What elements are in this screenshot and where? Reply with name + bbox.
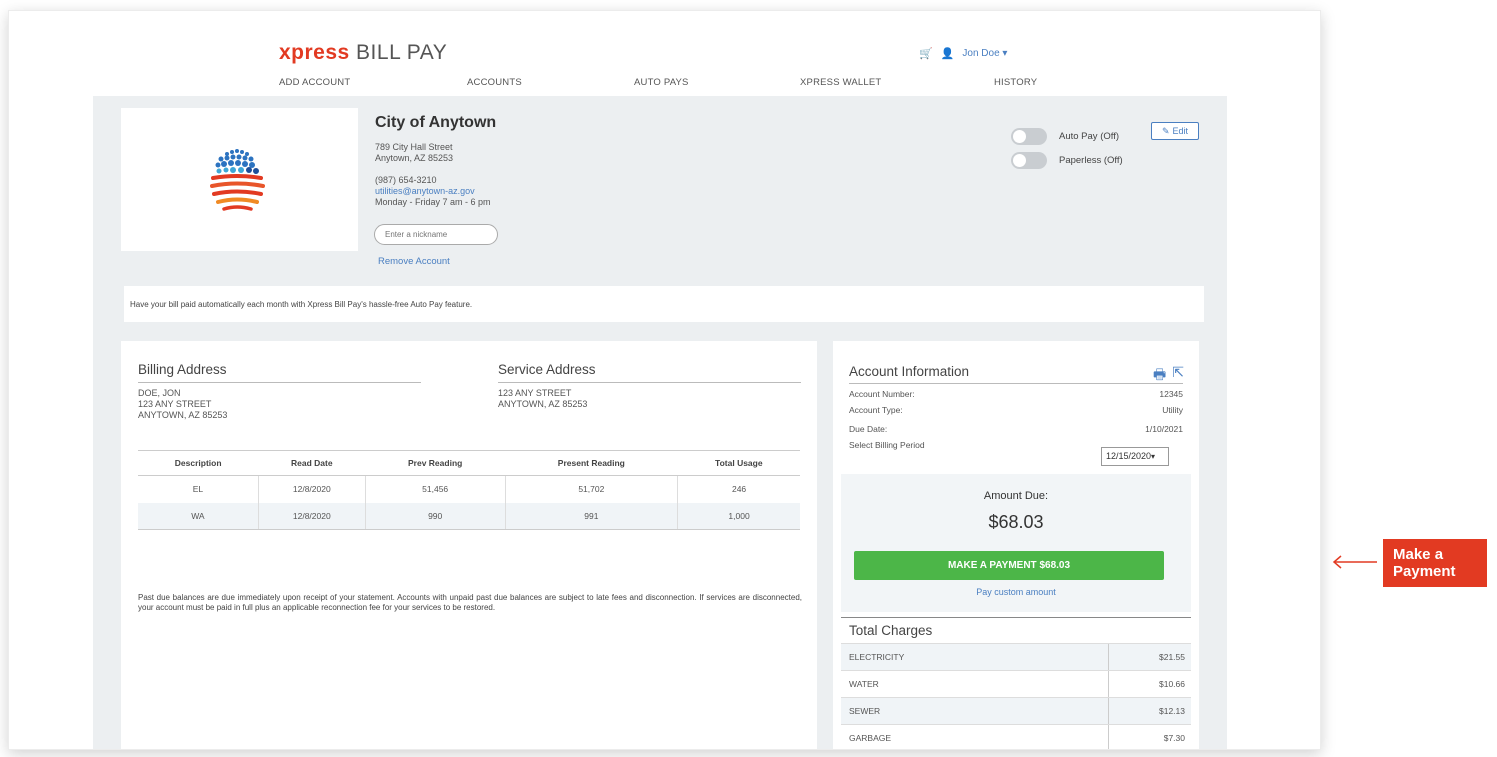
divider [849, 383, 1183, 384]
charge-row: SEWER $12.13 [841, 697, 1191, 724]
charges-list: ELECTRICITY $21.55 WATER $10.66 SEWER $1… [841, 643, 1191, 749]
account-type-row: Account Type: Utility [849, 405, 1183, 415]
make-payment-button[interactable]: MAKE A PAYMENT $68.03 [854, 551, 1164, 580]
paperless-row: Paperless (Off) [1011, 148, 1123, 172]
autopay-toggle[interactable] [1011, 127, 1047, 145]
amount-due-value: $68.03 [988, 512, 1044, 532]
org-email-link[interactable]: utilities@anytown-az.gov [375, 186, 491, 197]
nav-auto-pays[interactable]: AUTO PAYS [634, 77, 689, 88]
nav-history[interactable]: HISTORY [994, 77, 1037, 88]
org-logo-icon [210, 149, 265, 211]
org-address: 789 City Hall Street Anytown, AZ 85253 [375, 142, 454, 163]
cart-icon[interactable]: 🛒 [919, 47, 933, 60]
past-due-notice: Past due balances are due immediately up… [138, 593, 802, 612]
nav-accounts[interactable]: ACCOUNTS [467, 77, 522, 88]
chevron-down-icon: ▾ [1151, 452, 1156, 461]
billing-card: Billing Address DOE, JON 123 ANY STREET … [121, 341, 817, 749]
divider [498, 382, 801, 383]
pay-custom-amount-link[interactable]: Pay custom amount [841, 587, 1191, 597]
org-name: City of Anytown [375, 114, 497, 131]
billing-address-title: Billing Address [138, 362, 227, 377]
divider [841, 617, 1191, 618]
account-info-title: Account Information [849, 364, 970, 379]
user-icon: 👤 [940, 48, 955, 60]
app-window: xpress BILL PAY 🛒 👤 Jon Doe ▾ ADD ACCOUN… [8, 10, 1321, 750]
usage-table: Description Read Date Prev Reading Prese… [138, 450, 800, 530]
nav-xpress-wallet[interactable]: XPRESS WALLET [800, 77, 881, 88]
account-number-row: Account Number: 12345 [849, 389, 1183, 399]
billing-period-select[interactable]: 12/15/2020▾ [1101, 447, 1169, 466]
table-header-row: Description Read Date Prev Reading Prese… [138, 450, 800, 476]
nickname-input[interactable] [374, 224, 498, 245]
paperless-toggle[interactable] [1011, 151, 1047, 169]
account-info-card: Account Information 🖶 ⇱ Account Number: … [833, 341, 1199, 749]
charge-row: GARBAGE $7.30 [841, 724, 1191, 749]
org-logo-box [121, 108, 358, 251]
account-toggles: Auto Pay (Off) Paperless (Off) [1011, 124, 1123, 172]
xpress-logo[interactable]: xpress BILL PAY [279, 41, 447, 65]
charge-row: ELECTRICITY $21.55 [841, 643, 1191, 670]
org-phone: (987) 654-3210 [375, 175, 437, 185]
left-arrow-icon [1332, 555, 1377, 569]
print-icon[interactable]: 🖶 [1153, 364, 1166, 388]
table-row: WA 12/8/2020 990 991 1,000 [138, 502, 800, 530]
make-payment-callout: Make a Payment [1383, 539, 1487, 587]
account-panel: City of Anytown 789 City Hall Street Any… [93, 96, 1227, 749]
edit-button[interactable]: ✎ Edit [1151, 122, 1199, 140]
user-name[interactable]: Jon Doe ▾ [962, 48, 1007, 59]
nav-add-account[interactable]: ADD ACCOUNT [279, 77, 350, 88]
billing-address: DOE, JON 123 ANY STREET ANYTOWN, AZ 8525… [138, 388, 228, 420]
paperless-label: Paperless (Off) [1059, 154, 1123, 166]
export-icon[interactable]: ⇱ [1172, 364, 1184, 388]
autopay-row: Auto Pay (Off) [1011, 124, 1123, 148]
user-menu[interactable]: 🛒 👤 Jon Doe ▾ [919, 47, 1007, 60]
service-address: 123 ANY STREET ANYTOWN, AZ 85253 [498, 388, 588, 409]
service-address-title: Service Address [498, 362, 596, 377]
due-date-row: Due Date: 1/10/2021 [849, 424, 1183, 434]
remove-account-link[interactable]: Remove Account [378, 256, 450, 267]
org-hours: Monday - Friday 7 am - 6 pm [375, 197, 491, 207]
org-contact: (987) 654-3210 utilities@anytown-az.gov … [375, 175, 491, 208]
account-actions: 🖶 ⇱ [1153, 364, 1184, 388]
autopay-label: Auto Pay (Off) [1059, 130, 1120, 142]
total-charges-title: Total Charges [849, 623, 933, 638]
amount-due-box: Amount Due: $68.03 MAKE A PAYMENT $68.03… [841, 474, 1191, 612]
pencil-icon: ✎ [1161, 125, 1170, 136]
amount-due-label: Amount Due: [983, 490, 1049, 502]
charge-row: WATER $10.66 [841, 670, 1191, 697]
table-row: EL 12/8/2020 51,456 51,702 246 [138, 475, 800, 503]
divider [138, 382, 421, 383]
autopay-promo: Have your bill paid automatically each m… [124, 286, 1204, 322]
